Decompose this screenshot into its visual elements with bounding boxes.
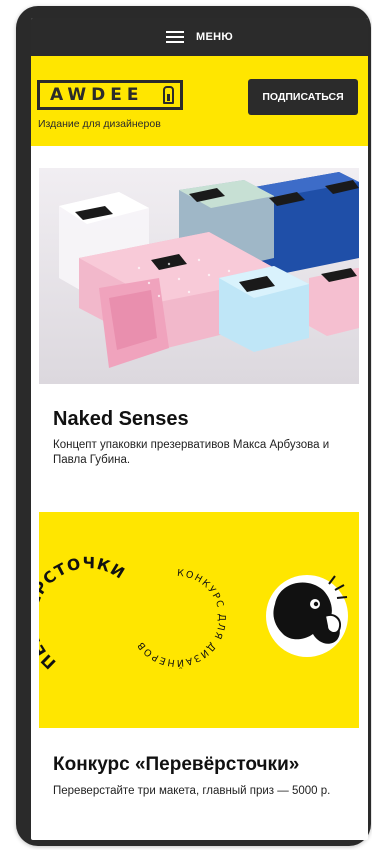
logo[interactable]: AWDEE xyxy=(37,80,183,110)
tagline: Издание для дизайнеров xyxy=(38,118,161,130)
menu-label: МЕНЮ xyxy=(196,31,233,43)
contest-illustration: ПЕРЕВЁРСТОЧКИ КОНКУРС ДЛЯ ДИЗАЙНЕРОВ xyxy=(39,512,359,728)
phone-screen: МЕНЮ AWDEE Издание для дизайнеров ПОДПИС… xyxy=(31,18,368,840)
menu-button[interactable]: МЕНЮ xyxy=(166,30,233,44)
top-bar: МЕНЮ xyxy=(31,18,368,56)
site-header: AWDEE Издание для дизайнеров ПОДПИСАТЬСЯ xyxy=(31,56,368,146)
article-description: Переверстайте три макета, главный приз —… xyxy=(53,785,331,797)
subscribe-button[interactable]: ПОДПИСАТЬСЯ xyxy=(248,79,358,115)
logo-text: AWDEE xyxy=(50,85,144,105)
logo-mark-icon xyxy=(163,86,174,104)
article-image-contest[interactable]: ПЕРЕВЁРСТОЧКИ КОНКУРС ДЛЯ ДИЗАЙНЕРОВ xyxy=(39,512,359,728)
article-title[interactable]: Конкурс «Перевёрсточки» xyxy=(53,754,299,776)
article-image-naked-senses[interactable] xyxy=(39,168,359,384)
article-description: Концепт упаковки презервативов Макса Арб… xyxy=(53,439,330,466)
article-title[interactable]: Naked Senses xyxy=(53,408,189,431)
packaging-illustration xyxy=(39,168,359,384)
hamburger-icon xyxy=(166,30,184,44)
